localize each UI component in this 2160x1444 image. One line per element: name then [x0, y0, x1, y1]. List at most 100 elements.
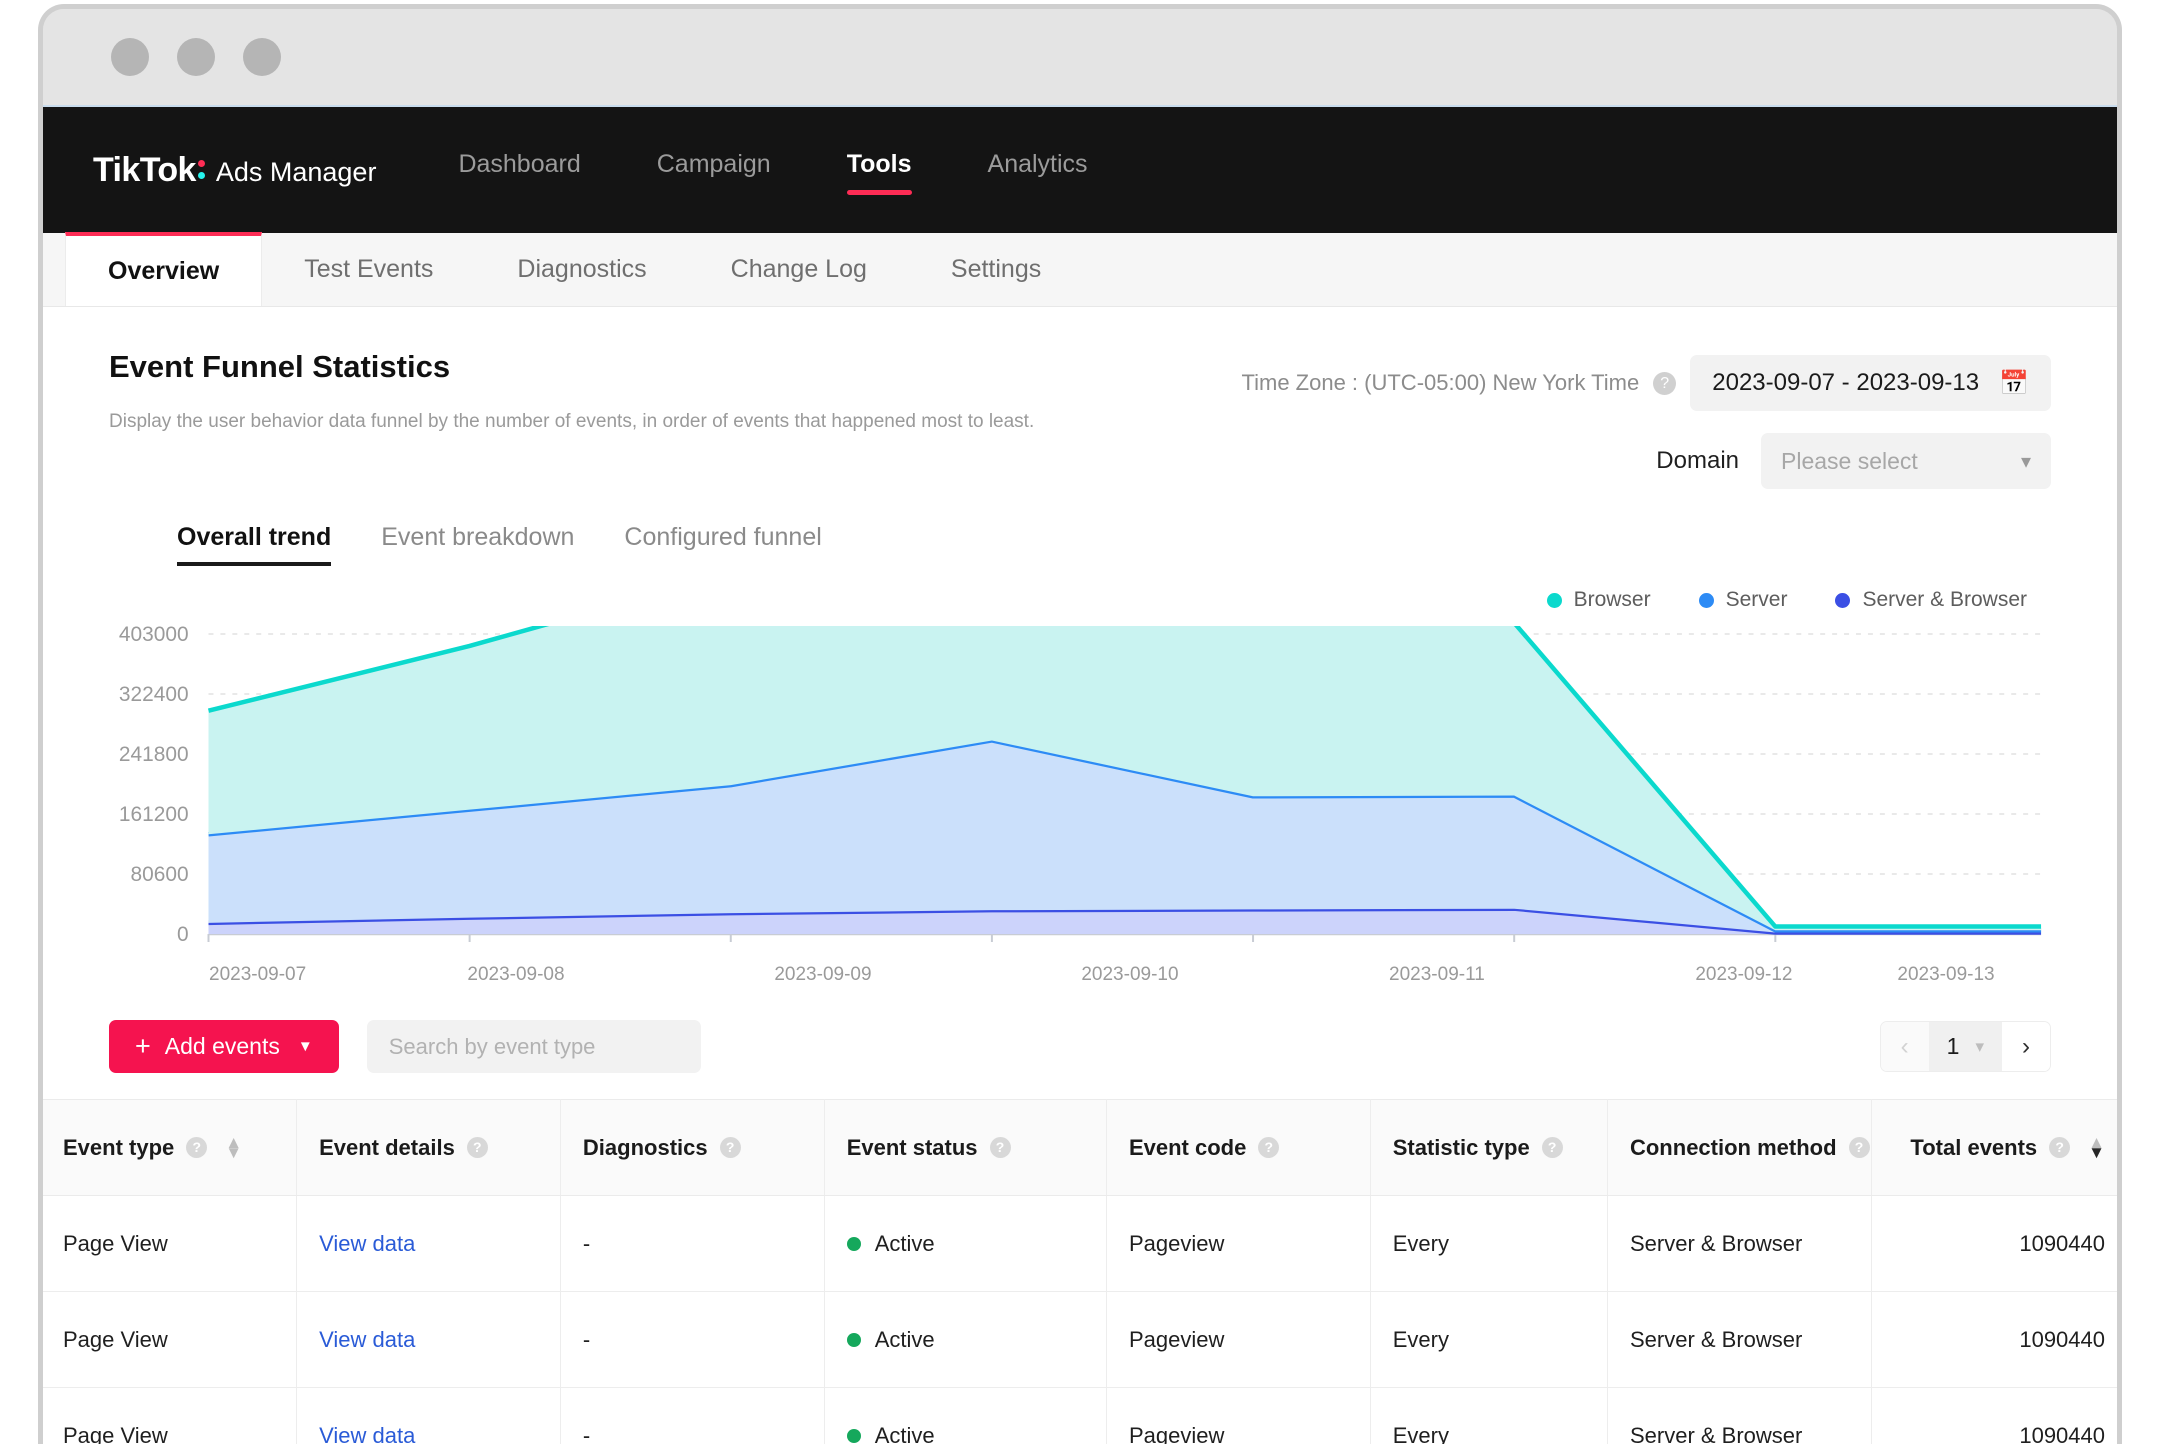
status-label: Active: [875, 1327, 935, 1353]
question-mark-icon[interactable]: ?: [1653, 372, 1676, 395]
column-header-connection-method[interactable]: Connection method ?: [1607, 1100, 1871, 1196]
cell-event-code: Pageview: [1106, 1292, 1370, 1388]
brand-tiktok-text: TikTok: [93, 151, 196, 190]
sort-toggle-icon[interactable]: ▲▼: [225, 1138, 242, 1157]
sort-toggle-icon[interactable]: ▲▼: [2088, 1138, 2105, 1157]
nav-item-analytics[interactable]: Analytics: [978, 144, 1098, 197]
page-header-left: Event Funnel Statistics Display the user…: [109, 349, 1034, 489]
cell-event-details: View data: [297, 1292, 561, 1388]
cell-event-status: Active: [824, 1196, 1106, 1292]
tab-change-log[interactable]: Change Log: [689, 233, 909, 306]
tab-configured-funnel[interactable]: Configured funnel: [624, 523, 821, 566]
legend-item-server[interactable]: Server: [1699, 588, 1788, 612]
cell-diagnostics: -: [560, 1292, 824, 1388]
column-header-statistic-type[interactable]: Statistic type ?: [1370, 1100, 1607, 1196]
column-header-event-code[interactable]: Event code ?: [1106, 1100, 1370, 1196]
search-input[interactable]: [367, 1020, 701, 1073]
y-axis-tick: 241800: [119, 743, 189, 766]
question-mark-icon[interactable]: ?: [1258, 1137, 1279, 1158]
legend-item-browser[interactable]: Browser: [1547, 588, 1651, 612]
tiktok-ads-manager-logo[interactable]: TikTok Ads Manager: [93, 151, 376, 190]
column-label: Statistic type: [1393, 1135, 1530, 1161]
date-range-picker[interactable]: 2023-09-07 - 2023-09-13 📅: [1690, 355, 2051, 411]
window-titlebar: [43, 9, 2117, 105]
brand-subtitle-text: Ads Manager: [216, 157, 377, 188]
domain-label: Domain: [1656, 447, 1739, 475]
event-funnel-chart: Browser Server Server & Browser 08060016…: [43, 588, 2117, 986]
pagination-next-icon[interactable]: ›: [2002, 1022, 2050, 1071]
window-minimize-dot[interactable]: [177, 38, 215, 76]
column-label: Connection method: [1630, 1135, 1837, 1161]
table-row[interactable]: Page ViewView data-ActivePageviewEverySe…: [43, 1196, 2117, 1292]
question-mark-icon[interactable]: ?: [720, 1137, 741, 1158]
y-axis-tick: 161200: [119, 803, 189, 826]
cell-total-events: 1090440: [1871, 1388, 2117, 1444]
column-header-diagnostics[interactable]: Diagnostics ?: [560, 1100, 824, 1196]
tab-overview[interactable]: Overview: [65, 232, 262, 306]
question-mark-icon[interactable]: ?: [467, 1137, 488, 1158]
y-axis-tick: 322400: [119, 683, 189, 706]
timezone-row: Time Zone : (UTC-05:00) New York Time ? …: [1241, 355, 2051, 411]
table-row[interactable]: Page ViewView data-ActivePageviewEverySe…: [43, 1388, 2117, 1444]
cell-statistic-type: Every: [1370, 1388, 1607, 1444]
cell-event-type: Page View: [43, 1388, 297, 1444]
cell-connection-method: Server & Browser: [1607, 1292, 1871, 1388]
page-header-row: Event Funnel Statistics Display the user…: [43, 307, 2117, 489]
window-maximize-dot[interactable]: [243, 38, 281, 76]
pagination-page-selector[interactable]: 1 ▾: [1929, 1022, 2002, 1071]
events-table: Event type ? ▲▼ Event details ?: [43, 1099, 2117, 1444]
cell-event-details: View data: [297, 1196, 561, 1292]
view-data-link[interactable]: View data: [319, 1327, 415, 1352]
page-title: Event Funnel Statistics: [109, 349, 1034, 385]
pagination-page-number: 1: [1947, 1033, 1960, 1060]
question-mark-icon[interactable]: ?: [186, 1137, 207, 1158]
tiktok-colon-icon: [198, 160, 205, 179]
cell-event-status: Active: [824, 1292, 1106, 1388]
x-axis-tick: 2023-09-11: [1283, 964, 1590, 986]
question-mark-icon[interactable]: ?: [2049, 1137, 2070, 1158]
add-events-button[interactable]: + Add events ▼: [109, 1020, 339, 1073]
legend-item-server-and-browser[interactable]: Server & Browser: [1835, 588, 2027, 612]
question-mark-icon[interactable]: ?: [990, 1137, 1011, 1158]
tab-diagnostics[interactable]: Diagnostics: [475, 233, 688, 306]
tab-settings[interactable]: Settings: [909, 233, 1083, 306]
tab-test-events[interactable]: Test Events: [262, 233, 475, 306]
top-navigation-bar: TikTok Ads Manager Dashboard Campaign To…: [43, 105, 2117, 233]
pagination-prev-icon[interactable]: ‹: [1881, 1022, 1929, 1071]
domain-filter-row: Domain Please select ▾: [1656, 433, 2051, 489]
cell-event-status: Active: [824, 1388, 1106, 1444]
x-axis-tick: 2023-09-07: [209, 964, 362, 986]
chart-tab-bar: Overall trend Event breakdown Configured…: [43, 489, 2117, 566]
nav-item-dashboard[interactable]: Dashboard: [448, 144, 590, 197]
legend-dot-browser: [1547, 593, 1562, 608]
y-axis-tick: 80600: [131, 863, 189, 886]
column-header-event-status[interactable]: Event status ?: [824, 1100, 1106, 1196]
question-mark-icon[interactable]: ?: [1542, 1137, 1563, 1158]
window-close-dot[interactable]: [111, 38, 149, 76]
add-events-label: Add events: [165, 1033, 280, 1060]
domain-select[interactable]: Please select ▾: [1761, 433, 2051, 489]
x-axis-tick: 2023-09-08: [362, 964, 669, 986]
status-dot-icon: [847, 1237, 861, 1251]
column-header-event-type[interactable]: Event type ? ▲▼: [43, 1100, 297, 1196]
x-axis-tick: 2023-09-10: [976, 964, 1283, 986]
column-header-total-events[interactable]: Total events ? ▲▼: [1871, 1100, 2117, 1196]
main-nav-items: Dashboard Campaign Tools Analytics: [448, 144, 1097, 197]
tab-event-breakdown[interactable]: Event breakdown: [381, 523, 574, 566]
view-data-link[interactable]: View data: [319, 1423, 415, 1444]
column-label: Event details: [319, 1135, 455, 1161]
cell-event-code: Pageview: [1106, 1388, 1370, 1444]
nav-item-campaign[interactable]: Campaign: [647, 144, 781, 197]
legend-dot-server-and-browser: [1835, 593, 1850, 608]
cell-diagnostics: -: [560, 1388, 824, 1444]
nav-item-tools[interactable]: Tools: [837, 144, 922, 197]
question-mark-icon[interactable]: ?: [1849, 1137, 1870, 1158]
x-axis-tick: 2023-09-13: [1897, 964, 2050, 986]
view-data-link[interactable]: View data: [319, 1231, 415, 1256]
table-row[interactable]: Page ViewView data-ActivePageviewEverySe…: [43, 1292, 2117, 1388]
legend-label-server: Server: [1726, 588, 1788, 612]
cell-statistic-type: Every: [1370, 1292, 1607, 1388]
tab-overall-trend[interactable]: Overall trend: [177, 523, 331, 566]
column-header-event-details[interactable]: Event details ?: [297, 1100, 561, 1196]
date-range-value: 2023-09-07 - 2023-09-13: [1712, 369, 1979, 397]
